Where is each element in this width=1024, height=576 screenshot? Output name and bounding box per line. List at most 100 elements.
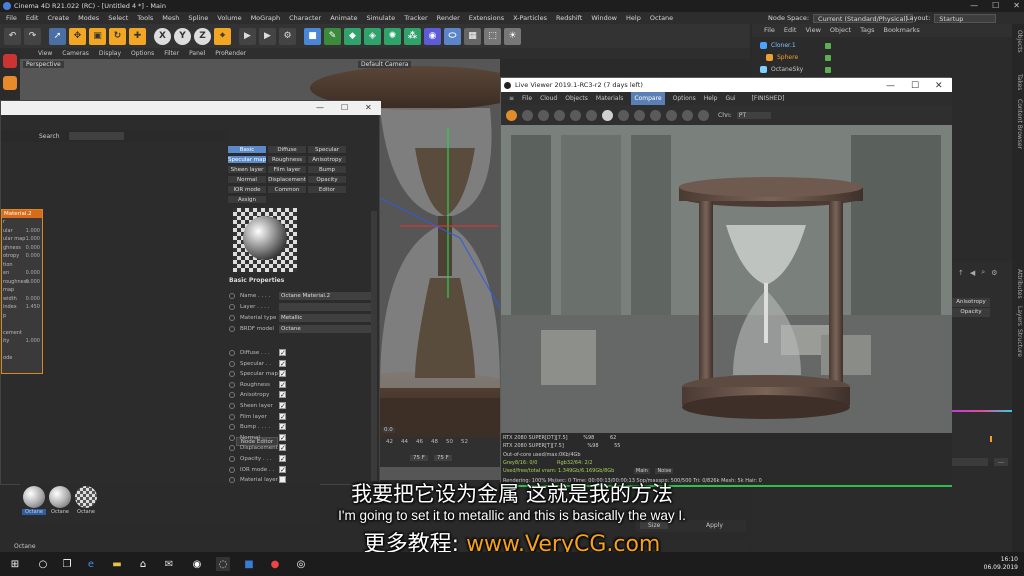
node-input-row[interactable]: ghness 0.000 <box>2 244 42 253</box>
lv-menu-file[interactable]: File <box>522 92 532 105</box>
animate-dot-icon[interactable] <box>229 456 235 462</box>
menu-mograph[interactable]: MoGraph <box>251 12 281 24</box>
lv-menu-cloud[interactable]: Cloud <box>540 92 557 105</box>
up-arrow-icon[interactable]: ↑ <box>958 269 964 277</box>
axis-x-button[interactable]: X <box>154 27 171 45</box>
tab-takes[interactable]: Takes <box>1016 74 1023 90</box>
node-input-row[interactable]: map <box>2 286 42 295</box>
animate-dot-icon[interactable] <box>229 293 235 299</box>
animate-dot-icon[interactable] <box>229 350 235 356</box>
light-icon[interactable]: ☀ <box>504 27 521 45</box>
tab-diffuse[interactable]: Diffuse <box>267 145 307 154</box>
menu-select[interactable]: Select <box>108 12 128 24</box>
animate-dot-icon[interactable] <box>229 371 235 378</box>
node-input-row[interactable]: index 1.450 <box>2 303 42 312</box>
search-icon[interactable]: ○ <box>36 557 50 571</box>
node-input-row[interactable]: otropy 0.000 <box>2 252 42 261</box>
animate-dot-icon[interactable] <box>229 466 235 473</box>
camera-icon[interactable]: ⬚ <box>484 27 501 45</box>
animate-dot-icon[interactable] <box>229 424 235 431</box>
object-row-cloner[interactable]: Cloner.1 <box>760 40 831 51</box>
menu-window[interactable]: Window <box>591 12 617 24</box>
menu-redshift[interactable]: Redshift <box>556 12 582 24</box>
layout-select[interactable]: Startup <box>934 14 997 23</box>
clay-icon[interactable] <box>682 109 693 121</box>
animate-dot-icon[interactable] <box>229 315 235 321</box>
node-input-row[interactable]: en 0.000 <box>2 269 42 278</box>
menu-volume[interactable]: Volume <box>217 12 241 24</box>
tab-film-layer[interactable]: Film layer <box>267 165 307 174</box>
search-input[interactable] <box>69 132 124 140</box>
tab-attributes[interactable]: Attributes <box>1016 269 1023 299</box>
property-value[interactable] <box>279 303 373 311</box>
tab-anisotropy[interactable]: Anisotropy <box>307 155 347 164</box>
animate-dot-icon[interactable] <box>229 304 235 310</box>
outlook-icon[interactable]: ■ <box>242 557 256 571</box>
channel-checkbox[interactable] <box>279 390 286 400</box>
node-input-row[interactable]: ular map 1.000 <box>2 235 42 244</box>
vram-tab-noise[interactable]: Noise <box>655 468 674 474</box>
white-balance-icon[interactable] <box>634 109 645 121</box>
tab-common[interactable]: Common <box>267 185 307 194</box>
tab-specular[interactable]: Specular <box>307 145 347 154</box>
redo-icon[interactable]: ↷ <box>24 27 41 45</box>
animate-dot-icon[interactable] <box>229 392 235 399</box>
object-row-octanesky[interactable]: OctaneSky <box>760 64 831 75</box>
menu-mesh[interactable]: Mesh <box>162 12 179 24</box>
material-node[interactable]: Material.2 r ular 1.000 ular map 1.000 ghness… <box>1 209 43 374</box>
lv-menu-gui[interactable]: Gui <box>725 92 735 105</box>
viewport-menu-cameras[interactable]: Cameras <box>62 48 89 59</box>
send-scene-icon[interactable] <box>506 109 517 121</box>
node-input-row[interactable]: ular 1.000 <box>2 227 42 236</box>
maximize-button[interactable]: ☐ <box>992 0 999 12</box>
animate-dot-icon[interactable] <box>229 381 235 388</box>
menu-edit[interactable]: Edit <box>26 12 39 24</box>
viewport-menu-display[interactable]: Display <box>99 48 121 59</box>
visible-check-icon[interactable] <box>825 54 831 61</box>
channel-checkbox[interactable] <box>279 443 286 453</box>
pause-icon[interactable] <box>538 109 549 121</box>
settings-icon[interactable] <box>570 109 581 121</box>
cube-icon[interactable]: ■ <box>304 27 321 45</box>
floor-icon[interactable]: ▦ <box>464 27 481 45</box>
channel-checkbox[interactable] <box>279 454 286 464</box>
menu-spline[interactable]: Spline <box>188 12 208 24</box>
animate-dot-icon[interactable] <box>229 434 235 441</box>
hamburger-icon[interactable]: ≡ <box>509 92 514 105</box>
tab-editor[interactable]: Editor <box>307 185 347 194</box>
animate-dot-icon[interactable] <box>229 413 235 420</box>
node-input-row[interactable]: width 0.000 <box>2 295 42 304</box>
tab-specular-map[interactable]: Specular map <box>227 155 267 164</box>
move-tool-icon[interactable]: ✥ <box>69 27 86 45</box>
viewport-menu-panel[interactable]: Panel <box>189 48 205 59</box>
light-icon[interactable] <box>666 109 677 121</box>
node-input-row[interactable] <box>2 346 42 355</box>
tab-normal[interactable]: Normal <box>227 175 267 184</box>
om-menu-file[interactable]: File <box>764 24 775 37</box>
animate-dot-icon[interactable] <box>229 360 235 367</box>
file-explorer-icon[interactable]: ▬ <box>110 557 124 571</box>
tab-roughness[interactable]: Roughness <box>267 155 307 164</box>
vram-tab-main[interactable]: Main <box>633 468 650 474</box>
minimize-button[interactable]: — <box>316 103 324 112</box>
edge-icon[interactable]: e <box>84 557 98 571</box>
render-view-icon[interactable]: ▶ <box>239 27 256 45</box>
property-value[interactable]: Octane Material.2 <box>279 292 373 300</box>
node-input-row[interactable]: ode <box>2 354 42 363</box>
tab-bump[interactable]: Bump <box>307 165 347 174</box>
focus-picker-icon[interactable] <box>618 109 629 121</box>
om-menu-edit[interactable]: Edit <box>784 24 797 37</box>
menu-simulate[interactable]: Simulate <box>366 12 395 24</box>
channel-checkbox[interactable] <box>279 412 286 422</box>
render-settings-icon[interactable]: ⚙ <box>279 27 296 45</box>
lock-icon[interactable] <box>650 109 661 121</box>
region-icon[interactable] <box>586 109 597 121</box>
channel-checkbox[interactable] <box>279 380 286 390</box>
scene-icon[interactable]: ◉ <box>424 27 441 45</box>
channel-checkbox[interactable] <box>279 359 286 369</box>
windows-start-icon[interactable]: ⊞ <box>8 557 22 571</box>
channel-checkbox[interactable] <box>279 348 286 358</box>
tab-sheen-layer[interactable]: Sheen layer <box>227 165 267 174</box>
tab-basic[interactable]: Basic <box>227 145 267 154</box>
minimize-button[interactable]: — <box>886 79 895 93</box>
